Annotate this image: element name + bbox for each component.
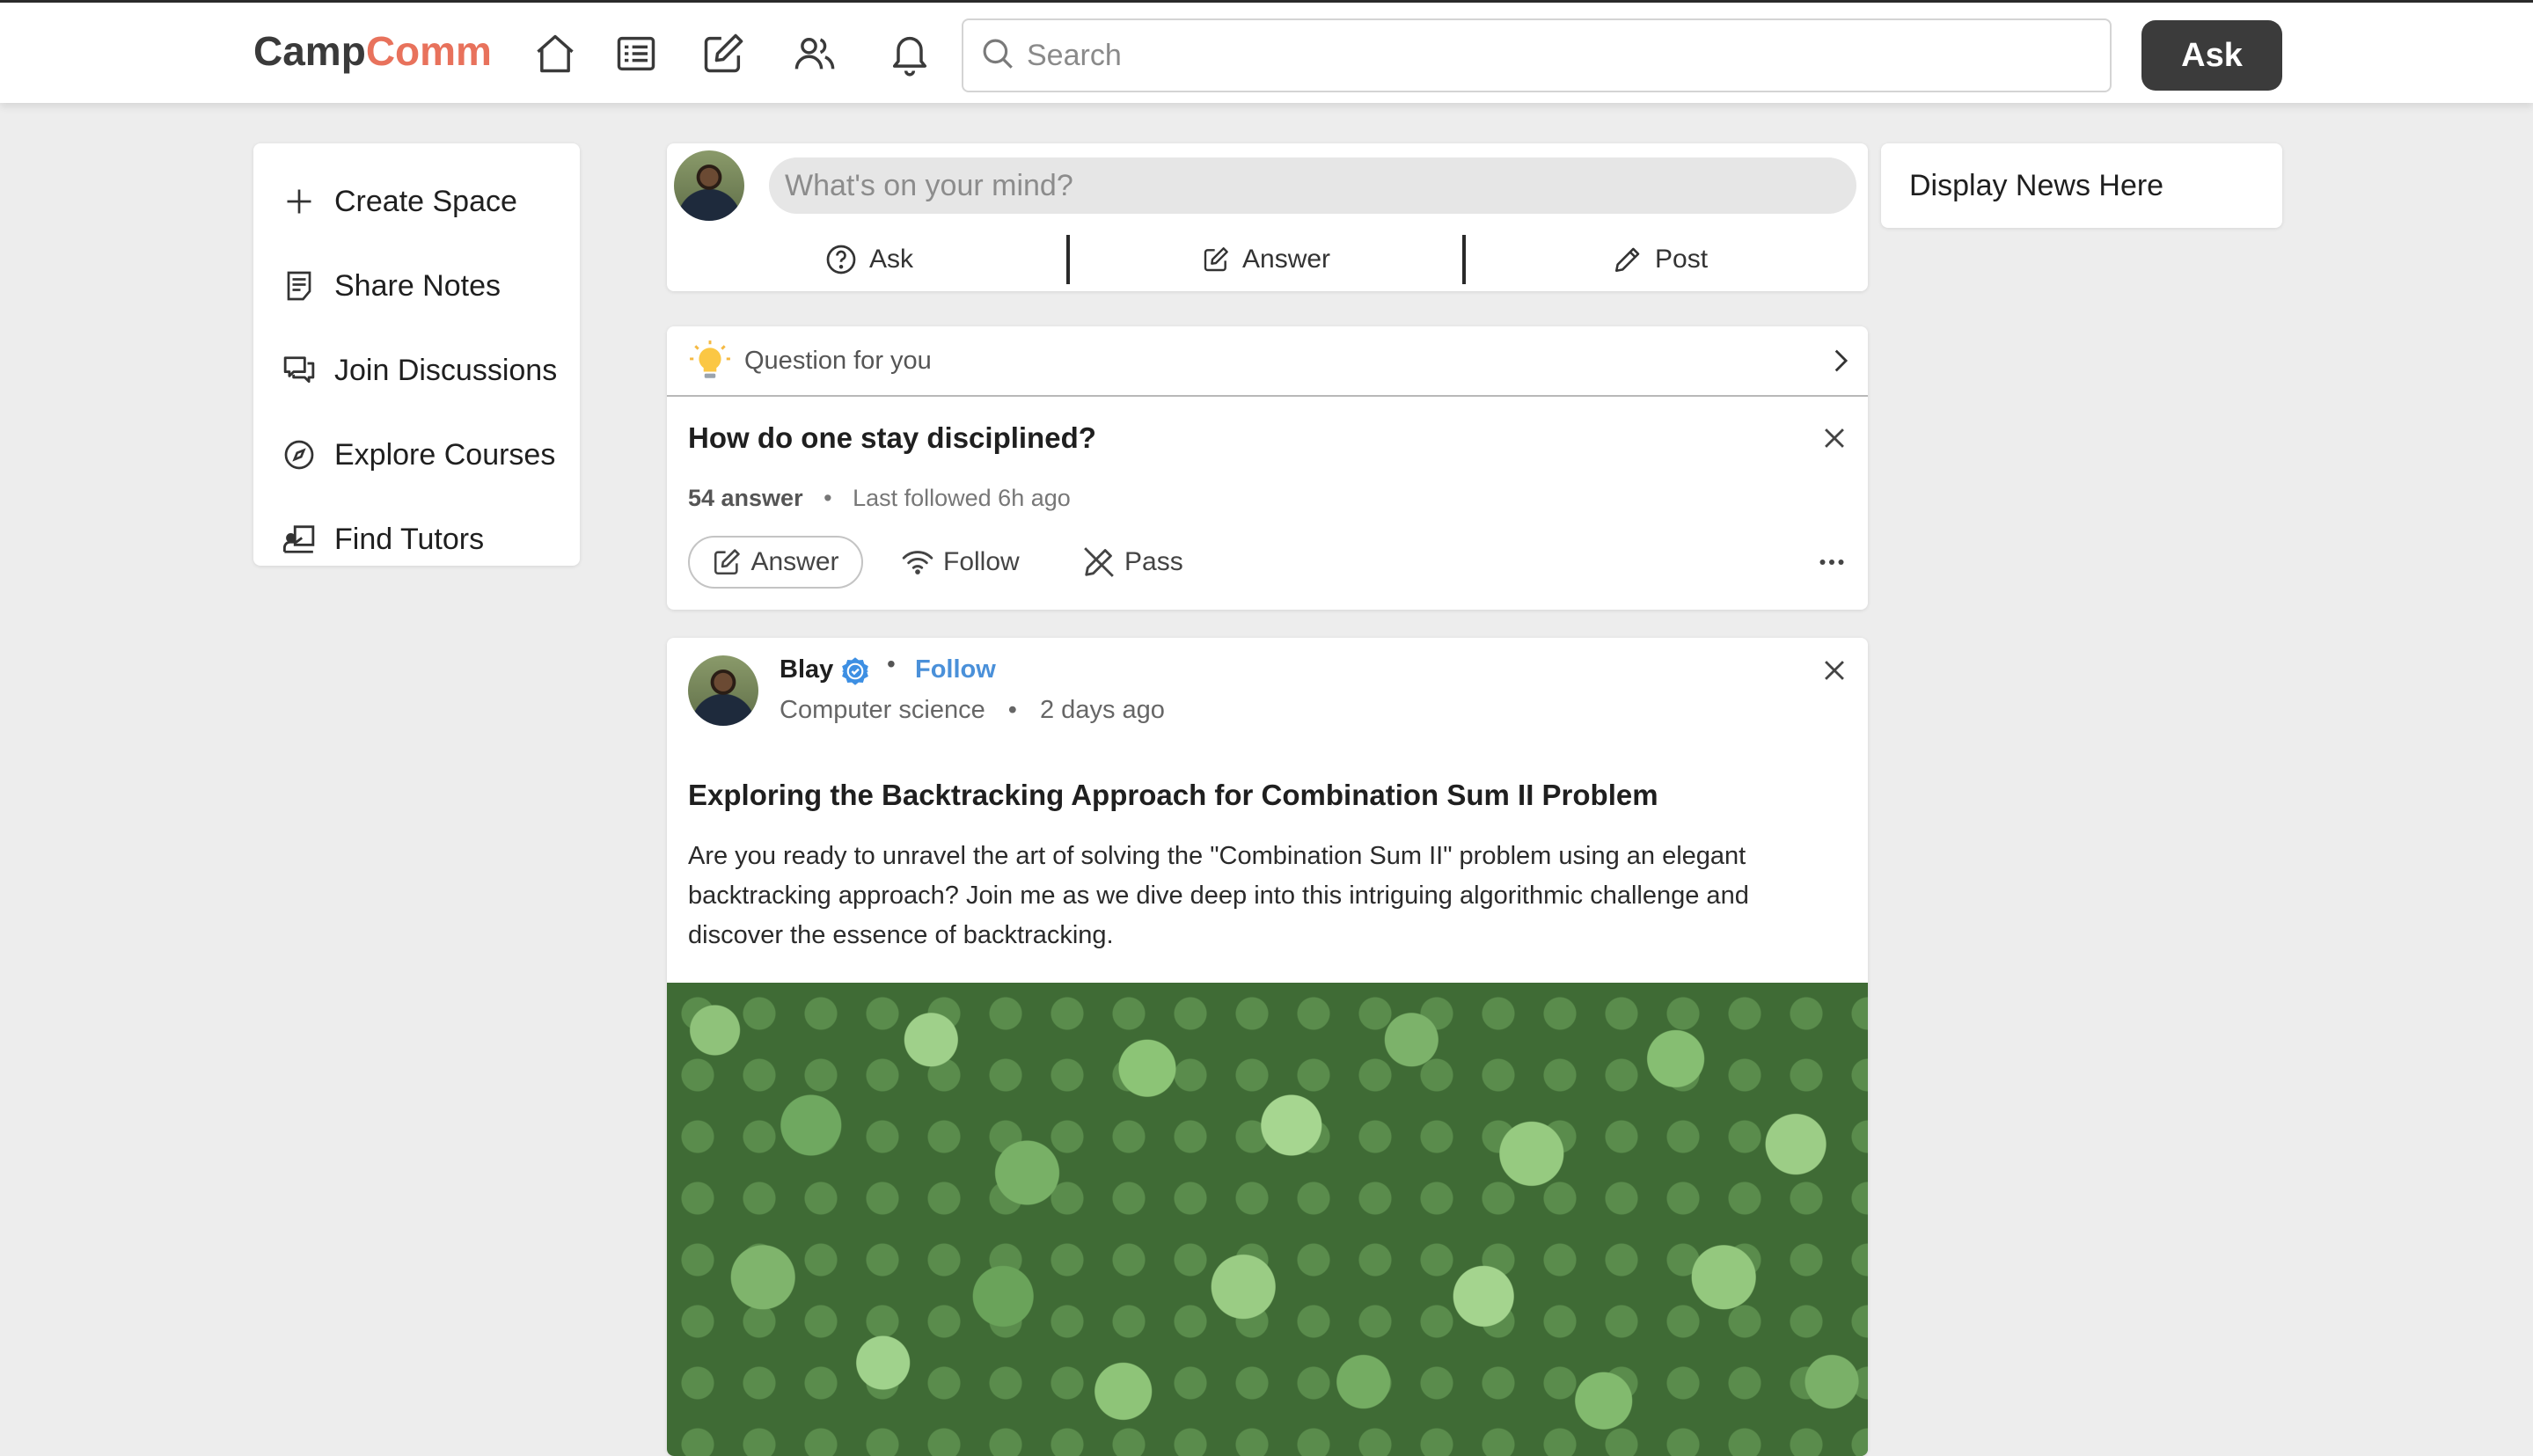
sidebar-item-find-tutors[interactable]: Find Tutors xyxy=(253,497,580,582)
sidebar-item-label: Share Notes xyxy=(334,268,501,303)
tutor-icon xyxy=(282,522,317,557)
edit-icon xyxy=(1202,245,1230,274)
composer-answer-label: Answer xyxy=(1242,245,1331,274)
wifi-icon xyxy=(901,545,934,579)
question-title[interactable]: How do one stay disciplined? xyxy=(688,421,1096,455)
question-card-header-label: Question for you xyxy=(744,346,932,375)
sidebar-item-explore-courses[interactable]: Explore Courses xyxy=(253,413,580,497)
compass-icon xyxy=(282,437,317,472)
chat-icon xyxy=(282,353,317,388)
pencil-icon xyxy=(1613,245,1643,274)
sidebar-item-label: Find Tutors xyxy=(334,522,485,556)
chevron-right-icon[interactable] xyxy=(1825,346,1855,376)
sidebar-item-label: Explore Courses xyxy=(334,437,556,472)
bell-icon[interactable] xyxy=(885,29,934,78)
sidebar-item-join-discussions[interactable]: Join Discussions xyxy=(253,328,580,413)
sidebar-item-label: Join Discussions xyxy=(334,353,558,387)
post-topic[interactable]: Computer science xyxy=(780,696,985,724)
post-body: Are you ready to unravel the art of solv… xyxy=(688,842,1749,949)
home-icon[interactable] xyxy=(531,29,580,78)
post-meta: Computer science • 2 days ago xyxy=(780,696,1165,725)
pencil-off-icon xyxy=(1082,545,1116,579)
more-options-icon[interactable] xyxy=(1816,546,1848,582)
users-icon[interactable] xyxy=(790,29,839,78)
logo[interactable]: CampComm xyxy=(253,27,492,75)
last-followed: Last followed 6h ago xyxy=(853,485,1071,511)
action-divider xyxy=(1462,235,1466,284)
close-icon[interactable] xyxy=(1819,423,1849,459)
follow-button[interactable]: Follow xyxy=(901,536,1020,589)
action-divider xyxy=(1066,235,1070,284)
lightbulb-icon xyxy=(688,339,732,383)
logo-part-comm: Comm xyxy=(365,28,492,74)
sidebar: Create Space Share Notes Join Discussion… xyxy=(253,143,580,566)
question-icon xyxy=(825,244,857,275)
post-composer: What's on your mind? Ask Answer Post xyxy=(667,143,1868,291)
post-time: 2 days ago xyxy=(1040,696,1165,724)
follow-button-label: Follow xyxy=(943,547,1020,576)
composer-post-button[interactable]: Post xyxy=(1613,235,1708,284)
search-icon xyxy=(979,35,1016,77)
post-card: Blay • Follow Computer science • 2 days … xyxy=(667,638,1868,1456)
pass-button-label: Pass xyxy=(1124,547,1183,576)
close-icon[interactable] xyxy=(1819,655,1849,691)
answer-button-label: Answer xyxy=(750,547,839,576)
list-icon[interactable] xyxy=(611,29,661,78)
top-navbar: CampComm Ask xyxy=(0,0,2533,103)
follow-link[interactable]: Follow xyxy=(915,655,996,684)
notes-icon xyxy=(282,268,317,304)
pass-button[interactable]: Pass xyxy=(1082,536,1183,589)
avatar[interactable] xyxy=(674,150,744,221)
composer-ask-button[interactable]: Ask xyxy=(825,235,913,284)
sidebar-item-create-space[interactable]: Create Space xyxy=(253,159,580,244)
answer-count: 54 answer xyxy=(688,485,803,511)
composer-input[interactable]: What's on your mind? xyxy=(769,157,1856,214)
edit-icon[interactable] xyxy=(699,29,748,78)
question-card: Question for you How do one stay discipl… xyxy=(667,326,1868,610)
search-box[interactable] xyxy=(962,18,2112,92)
news-panel: Display News Here xyxy=(1881,143,2282,228)
verified-badge-icon xyxy=(839,655,871,687)
meta-dot: • xyxy=(887,650,896,677)
composer-post-label: Post xyxy=(1655,245,1709,274)
logo-part-camp: Camp xyxy=(253,28,366,74)
composer-answer-button[interactable]: Answer xyxy=(1202,235,1330,284)
question-meta: 54 answer • Last followed 6h ago xyxy=(688,485,1071,512)
author-name[interactable]: Blay xyxy=(780,655,833,684)
meta-dot: • xyxy=(1007,696,1017,724)
composer-actions: Ask Answer Post xyxy=(667,235,1868,284)
ask-button[interactable]: Ask xyxy=(2141,20,2282,91)
composer-ask-label: Ask xyxy=(869,245,914,274)
question-card-header[interactable]: Question for you xyxy=(667,326,1868,397)
meta-dot: • xyxy=(824,485,832,511)
news-label: Display News Here xyxy=(1909,168,2164,202)
post-image[interactable] xyxy=(667,983,1868,1456)
search-input[interactable] xyxy=(1027,38,2083,73)
post-title[interactable]: Exploring the Backtracking Approach for … xyxy=(688,779,1658,812)
sidebar-item-share-notes[interactable]: Share Notes xyxy=(253,244,580,328)
edit-icon xyxy=(712,547,742,577)
sidebar-item-label: Create Space xyxy=(334,184,517,218)
answer-button[interactable]: Answer xyxy=(688,536,863,589)
plus-icon xyxy=(282,184,317,219)
author-avatar[interactable] xyxy=(688,655,758,726)
